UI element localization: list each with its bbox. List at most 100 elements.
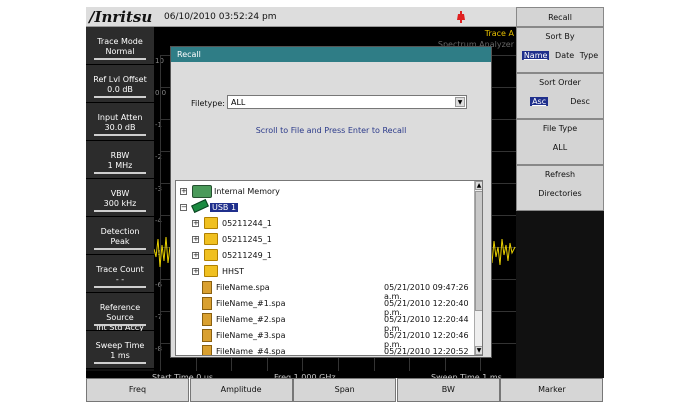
left-softkey-5[interactable]: Detection Peak — [86, 217, 154, 255]
tree-item-name: 05211245_1 — [222, 235, 272, 244]
tree-row[interactable]: − USB 1 — [176, 198, 472, 216]
left-softkey-4[interactable]: VBW 300 kHz — [86, 179, 154, 217]
left-softkey-value: - - — [115, 275, 125, 284]
collapse-icon[interactable]: − — [180, 204, 187, 211]
left-softkey-title: VBW — [110, 189, 130, 198]
menu-title-label: Recall — [548, 13, 572, 22]
bottom-softkey-amplitude[interactable]: Amplitude — [189, 378, 293, 402]
bottom-softkey-span[interactable]: Span — [293, 378, 397, 402]
left-softkey-7[interactable]: Reference Source Int Std Accy — [86, 293, 154, 332]
softkey-divider — [94, 362, 146, 364]
sort-by-date[interactable]: Date — [555, 51, 574, 60]
file-icon — [202, 297, 212, 310]
folder-icon — [204, 265, 218, 277]
bottom-softkey-freq[interactable]: Freq — [86, 378, 189, 402]
tree-item-name: 05211244_1 — [222, 219, 272, 228]
bottom-softkey-bw[interactable]: BW — [396, 378, 500, 402]
left-softkey-title: Sweep Time — [95, 341, 145, 350]
left-softkey-title: Trace Count — [96, 265, 144, 274]
tree-row[interactable]: FileName_#1.spa 05/21/2010 12:20:40 p.m. — [176, 296, 472, 317]
refresh-value: Directories — [538, 189, 582, 198]
tree-row[interactable]: + Internal Memory — [176, 184, 472, 200]
left-softkey-3[interactable]: RBW 1 MHz — [86, 141, 154, 179]
bottom-softkey-marker[interactable]: Marker — [500, 378, 604, 402]
tree-row[interactable]: +05211245_1 — [176, 232, 472, 248]
expand-icon[interactable]: + — [192, 220, 199, 227]
left-softkey-title: Detection — [100, 227, 140, 236]
expand-icon[interactable]: + — [192, 268, 199, 275]
left-softkey-title: Ref Lvl Offset — [93, 75, 147, 84]
recall-instruction: Scroll to File and Press Enter to Recall — [255, 126, 407, 135]
sort-by-button[interactable]: Sort By Name Date Type — [516, 27, 604, 73]
trace-label: Trace A — [484, 29, 514, 38]
tree-item-name: FileName_#2.spa — [216, 315, 286, 324]
tree-item-name: FileName.spa — [216, 283, 270, 292]
tree-row[interactable]: + HHST — [176, 264, 472, 280]
sort-by-type[interactable]: Type — [580, 51, 598, 60]
tree-scrollbar[interactable]: ▲ ▼ — [474, 181, 482, 355]
tree-row[interactable]: +05211249_1 — [176, 248, 472, 264]
right-softkey-panel: Recall Sort By Name Date Type Sort Order… — [516, 7, 604, 385]
tree-row[interactable]: FileName.spa 05/21/2010 09:47:26 a.m. — [176, 280, 472, 301]
sort-by-name[interactable]: Name — [521, 51, 550, 60]
left-softkey-value: Peak — [110, 237, 130, 246]
file-type-button[interactable]: File Type ALL — [516, 119, 604, 165]
left-softkey-title: Input Atten — [97, 113, 143, 122]
folder-icon — [204, 249, 218, 261]
chevron-down-icon[interactable]: ▼ — [455, 97, 465, 107]
left-softkey-title: RBW — [110, 151, 130, 160]
status-header: /Inritsu 06/10/2010 03:52:24 pm — [86, 7, 516, 27]
file-icon — [202, 281, 212, 294]
file-icon — [202, 329, 212, 342]
folder-icon — [204, 233, 218, 245]
scroll-thumb[interactable] — [475, 191, 482, 311]
softkey-divider — [94, 286, 146, 288]
softkey-divider — [94, 58, 146, 60]
recall-dialog: Recall Filetype: ALL ▼ Scroll to File an… — [170, 46, 492, 358]
expand-icon[interactable]: + — [192, 236, 199, 243]
tree-row[interactable]: FileName_#2.spa 05/21/2010 12:20:44 p.m. — [176, 312, 472, 333]
left-softkey-value: 30.0 dB — [104, 123, 136, 132]
scroll-up-icon[interactable]: ▲ — [475, 181, 482, 190]
usb-icon — [191, 198, 209, 214]
refresh-directories-button[interactable]: Refresh Directories — [516, 165, 604, 211]
sort-order-desc[interactable]: Desc — [570, 97, 590, 106]
menu-title: Recall — [516, 7, 604, 27]
expand-icon[interactable]: + — [192, 252, 199, 259]
scroll-down-icon[interactable]: ▼ — [475, 346, 482, 355]
file-icon — [202, 313, 212, 326]
left-softkey-2[interactable]: Input Atten 30.0 dB — [86, 103, 154, 141]
left-softkey-8[interactable]: Sweep Time 1 ms — [86, 331, 154, 369]
filetype-select[interactable]: ALL ▼ — [227, 95, 467, 109]
brand-logo: /Inritsu — [89, 8, 153, 26]
sort-order-asc[interactable]: Asc — [530, 97, 549, 106]
left-softkey-title: Reference Source — [99, 303, 141, 322]
expand-icon[interactable]: + — [180, 188, 187, 195]
file-tree[interactable]: + Internal Memory − USB 1 +05211244_1 +052112… — [175, 180, 483, 356]
left-softkey-panel: Trace Mode Normal Ref Lvl Offset 0.0 dB Inpu… — [86, 27, 154, 371]
left-softkey-0[interactable]: Trace Mode Normal — [86, 27, 154, 65]
left-softkey-title: Trace Mode — [97, 37, 143, 46]
tree-item-name: FileName_#3.spa — [216, 331, 286, 340]
left-softkey-value: Normal — [105, 47, 135, 56]
file-type-label: File Type — [517, 120, 603, 133]
softkey-divider — [94, 134, 146, 136]
tree-item-name: FileName_#4.spa — [216, 347, 286, 356]
tree-row[interactable]: FileName_#4.spa 05/21/2010 12:20:52 p.m. — [176, 344, 472, 356]
softkey-divider — [94, 324, 146, 326]
left-softkey-1[interactable]: Ref Lvl Offset 0.0 dB — [86, 65, 154, 103]
file-icon — [202, 345, 212, 355]
left-softkey-6[interactable]: Trace Count - - — [86, 255, 154, 293]
tree-item-name: 05211249_1 — [222, 251, 272, 260]
sort-by-label: Sort By — [517, 28, 603, 41]
left-softkey-value: 1 ms — [110, 351, 130, 360]
softkey-divider — [94, 172, 146, 174]
datetime-readout: 06/10/2010 03:52:24 pm — [164, 12, 277, 22]
file-type-value: ALL — [552, 143, 568, 152]
tree-row[interactable]: +05211244_1 — [176, 216, 472, 232]
sort-order-label: Sort Order — [517, 74, 603, 87]
bottom-softkey-bar: Freq Amplitude Span BW Marker — [0, 378, 688, 403]
tree-item-date: 05/21/2010 12:20:52 p.m. — [384, 347, 469, 356]
sort-order-button[interactable]: Sort Order Asc Desc — [516, 73, 604, 119]
tree-row[interactable]: FileName_#3.spa 05/21/2010 12:20:46 p.m. — [176, 328, 472, 349]
